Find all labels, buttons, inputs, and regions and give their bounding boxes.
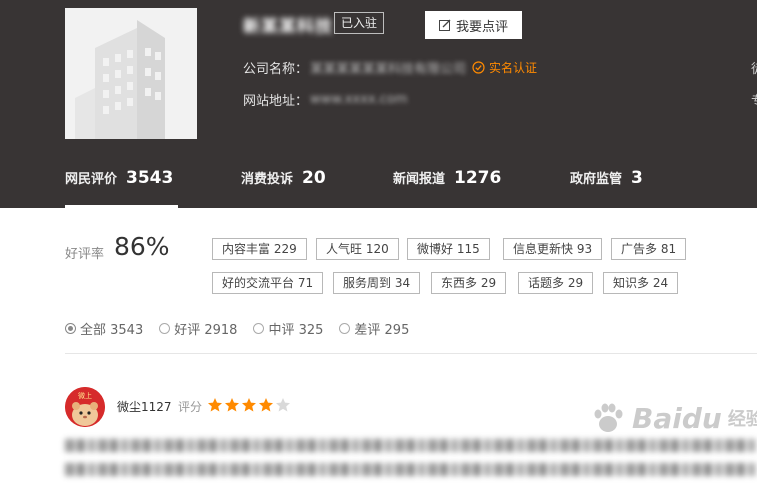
settled-badge: 已入驻 bbox=[334, 12, 385, 34]
avatar-text: 微上 bbox=[78, 391, 92, 400]
write-review-button[interactable]: 我要点评 bbox=[425, 11, 522, 39]
tag-item[interactable]: 信息更新快 93 bbox=[503, 238, 603, 260]
radio-icon[interactable] bbox=[253, 323, 265, 334]
positive-rate-value: 86% bbox=[114, 232, 170, 261]
star-filled-icon bbox=[242, 398, 256, 412]
tag-item[interactable]: 知识多 24 bbox=[603, 272, 679, 294]
cut-off-text-1: 徒 bbox=[751, 58, 757, 77]
radio-icon[interactable] bbox=[159, 323, 171, 334]
filter-positive[interactable]: 好评 2918 bbox=[159, 319, 237, 338]
filter-label: 中评 325 bbox=[268, 323, 324, 338]
star-filled-icon bbox=[259, 398, 273, 412]
filter-all[interactable]: 全部 3543 bbox=[65, 319, 143, 338]
tab-news-reports[interactable]: 新闻报道 1276 bbox=[393, 168, 501, 208]
company-name-label: 公司名称： bbox=[243, 62, 309, 77]
review-username[interactable]: 微尘1127 bbox=[117, 398, 172, 415]
website-value[interactable]: www.xxxx.com bbox=[310, 92, 408, 107]
website-row: 网站地址： www.xxxx.com bbox=[243, 90, 408, 109]
tag-item[interactable]: 好的交流平台 71 bbox=[212, 272, 324, 294]
filter-label: 全部 3543 bbox=[80, 323, 144, 338]
tab-netizen-reviews[interactable]: 网民评价 3543 bbox=[65, 168, 173, 208]
tab-label: 消费投诉 bbox=[241, 172, 294, 187]
star-filled-icon bbox=[208, 398, 222, 412]
company-name-row: 公司名称： 某某某某某某科技有限公司 实名认证 bbox=[243, 58, 537, 77]
tag-item[interactable]: 微博好 115 bbox=[407, 238, 490, 260]
tab-count: 3 bbox=[631, 168, 643, 188]
filter-neutral[interactable]: 中评 325 bbox=[253, 319, 323, 338]
tag-item[interactable]: 人气旺 120 bbox=[316, 238, 399, 260]
radio-icon[interactable] bbox=[65, 323, 76, 334]
verified-badge[interactable]: 实名认证 bbox=[472, 59, 537, 76]
tab-government-supervision[interactable]: 政府监管 3 bbox=[570, 168, 643, 208]
tab-label: 网民评价 bbox=[65, 172, 118, 187]
company-name-value: 某某某某某某科技有限公司 bbox=[310, 62, 467, 77]
tab-count: 20 bbox=[302, 168, 326, 188]
filter-negative[interactable]: 差评 295 bbox=[339, 319, 409, 338]
verified-label: 实名认证 bbox=[489, 61, 538, 75]
tag-item[interactable]: 内容丰富 229 bbox=[212, 238, 307, 260]
company-logo-placeholder bbox=[65, 8, 197, 139]
review-content bbox=[65, 439, 757, 484]
tag-item[interactable]: 话题多 29 bbox=[518, 272, 594, 294]
company-name: 新某某科技 bbox=[243, 12, 332, 37]
review-filter-group: 全部 3543 好评 2918 中评 325 差评 295 bbox=[65, 319, 409, 338]
positive-rate-label: 好评率 bbox=[65, 247, 105, 262]
cut-off-text-2: 专 bbox=[751, 90, 757, 109]
review-tabs: 网民评价 3543 消费投诉 20 新闻报道 1276 政府监管 3 bbox=[0, 168, 757, 208]
radio-icon[interactable] bbox=[339, 323, 351, 334]
tab-count: 3543 bbox=[126, 168, 174, 188]
filter-label: 差评 295 bbox=[354, 323, 410, 338]
edit-icon bbox=[438, 19, 451, 31]
hamster-avatar-icon: 微上 bbox=[65, 387, 105, 427]
tab-consumer-complaints[interactable]: 消费投诉 20 bbox=[241, 168, 326, 208]
avatar[interactable]: 微上 bbox=[65, 387, 105, 427]
tag-item[interactable]: 广告多 81 bbox=[611, 238, 687, 260]
website-label: 网站地址： bbox=[243, 94, 309, 109]
tag-item[interactable]: 东西多 29 bbox=[431, 272, 507, 294]
check-circle-icon bbox=[472, 61, 485, 74]
watermark-sub: 经验 bbox=[727, 409, 757, 430]
active-tab-indicator bbox=[65, 205, 178, 208]
company-header: 新某某科技 已入驻 我要点评 公司名称： 某某某某某某科技有限公司 实名认证 网… bbox=[0, 0, 757, 208]
blurred-text-line bbox=[65, 439, 757, 452]
tab-label: 新闻报道 bbox=[393, 172, 446, 187]
paw-icon bbox=[594, 403, 623, 432]
star-rating bbox=[207, 397, 291, 413]
watermark-text: Baidu bbox=[632, 401, 722, 435]
tag-item[interactable]: 服务周到 34 bbox=[333, 272, 421, 294]
building-icon bbox=[75, 20, 165, 139]
baidu-watermark: Baidu 经验 bbox=[590, 400, 757, 436]
company-name-text: 新某某科技 bbox=[243, 17, 333, 37]
score-label: 评分 bbox=[178, 400, 203, 414]
tab-label: 政府监管 bbox=[570, 172, 623, 187]
star-empty-icon bbox=[276, 398, 290, 412]
section-divider bbox=[65, 353, 757, 354]
write-review-label: 我要点评 bbox=[455, 19, 508, 35]
filter-label: 好评 2918 bbox=[174, 323, 238, 338]
blurred-text-line bbox=[65, 463, 757, 476]
star-filled-icon bbox=[225, 398, 239, 412]
tab-count: 1276 bbox=[454, 168, 502, 188]
